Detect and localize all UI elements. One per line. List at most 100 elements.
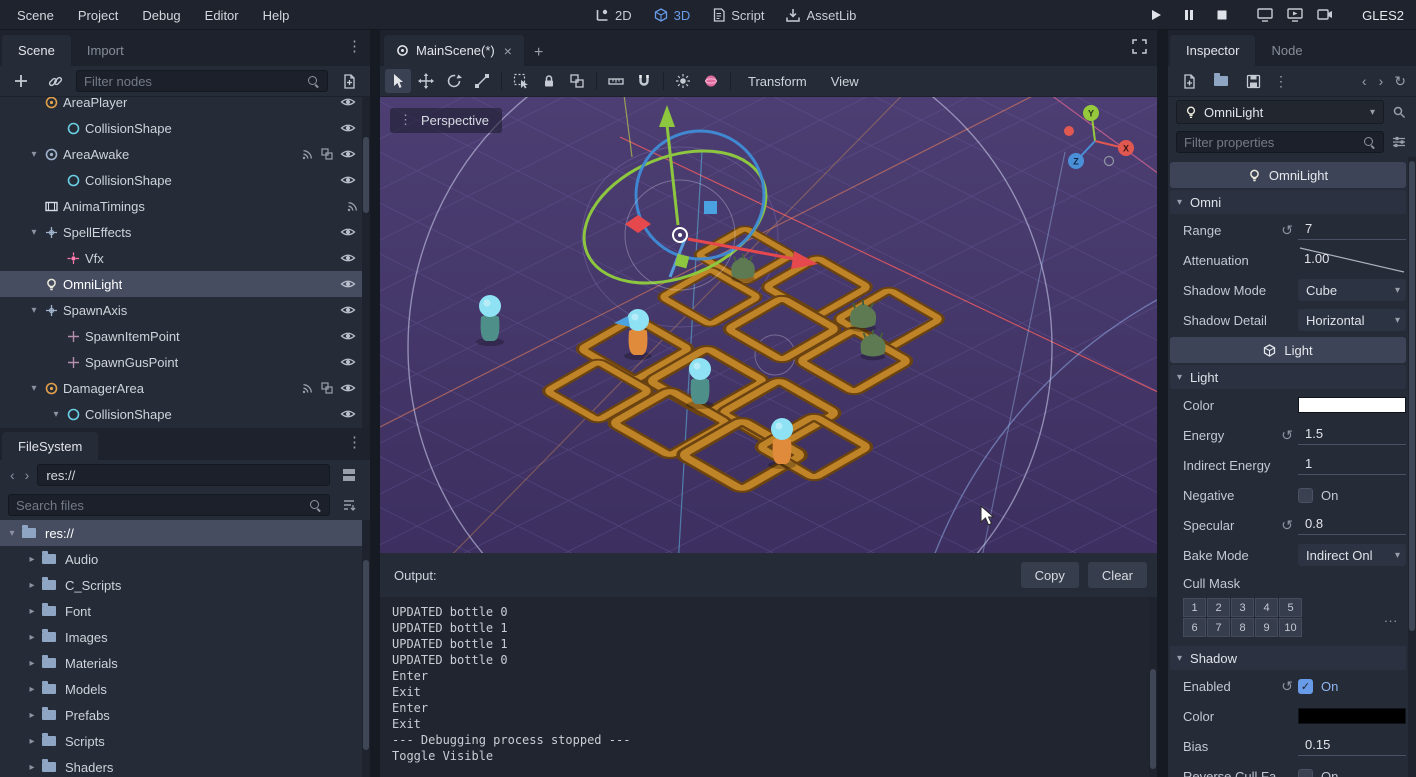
pause-button[interactable]: [1179, 5, 1199, 25]
tab-import[interactable]: Import: [71, 35, 140, 66]
new-scene-tab-button[interactable]: +: [524, 44, 553, 66]
dock-menu-icon[interactable]: ⋮: [347, 39, 362, 54]
filesystem-folder-row[interactable]: ▸Prefabs: [0, 702, 370, 728]
cull-mask-bit[interactable]: 9: [1255, 618, 1278, 637]
filesystem-folder-row[interactable]: ▸Materials: [0, 650, 370, 676]
video-capture-icon[interactable]: [1315, 5, 1335, 25]
list-select-tool-icon[interactable]: [508, 69, 534, 93]
number-field[interactable]: 7: [1298, 220, 1406, 240]
scene-tree-row[interactable]: ▾AreaAwake: [0, 141, 370, 167]
perspective-menu[interactable]: ⋮Perspective: [390, 108, 502, 133]
filesystem-folder-row[interactable]: ▸C_Scripts: [0, 572, 370, 598]
revert-icon[interactable]: ↺: [1281, 517, 1293, 534]
group-badge-icon[interactable]: [321, 148, 333, 160]
cull-mask-bit[interactable]: 3: [1231, 598, 1254, 617]
expand-arrow-icon[interactable]: ▾: [26, 305, 42, 316]
menu-help[interactable]: Help: [252, 4, 301, 27]
expand-arrow-icon[interactable]: ▸: [24, 554, 40, 565]
instance-scene-button[interactable]: [42, 69, 68, 93]
filter-options-icon[interactable]: [1390, 135, 1408, 149]
cull-mask-bit[interactable]: 7: [1207, 618, 1230, 637]
filesystem-folder-row[interactable]: ▸Font: [0, 598, 370, 624]
visibility-eye-icon[interactable]: [340, 148, 356, 160]
scene-tree-row[interactable]: ▾DamagerArea: [0, 375, 370, 401]
sun-icon[interactable]: [670, 69, 696, 93]
tab-mainscene[interactable]: MainScene(*) ×: [384, 35, 524, 66]
number-field[interactable]: 1: [1298, 455, 1406, 475]
expand-arrow-icon[interactable]: ▸: [24, 736, 40, 747]
switch-assetlib[interactable]: AssetLib: [776, 5, 866, 26]
checkbox[interactable]: [1298, 769, 1313, 777]
rotate-tool-icon[interactable]: [441, 69, 467, 93]
filesystem-folder-row[interactable]: ▸Shaders: [0, 754, 370, 777]
revert-icon[interactable]: ↺: [1281, 427, 1293, 444]
stop-button[interactable]: [1212, 5, 1232, 25]
color-swatch[interactable]: [1298, 397, 1406, 413]
expand-arrow-icon[interactable]: ▾: [26, 227, 42, 238]
object-menu-icon[interactable]: [1390, 105, 1408, 119]
expand-arrow-icon[interactable]: ▾: [48, 409, 64, 420]
number-field[interactable]: 0.8: [1298, 515, 1406, 535]
output-console[interactable]: UPDATED bottle 0UPDATED bottle 1UPDATED …: [380, 597, 1157, 777]
scene-tree-row[interactable]: SpawnItemPoint: [0, 323, 370, 349]
group-icon[interactable]: [564, 69, 590, 93]
history-back-icon[interactable]: ‹: [8, 467, 17, 483]
expand-arrow-icon[interactable]: ▾: [4, 528, 20, 539]
snap-magnet-icon[interactable]: [631, 69, 657, 93]
expand-arrow-icon[interactable]: ▸: [24, 580, 40, 591]
dock-menu-icon[interactable]: ⋮: [347, 435, 362, 450]
tab-inspector[interactable]: Inspector: [1170, 35, 1255, 66]
visibility-eye-icon[interactable]: [340, 382, 356, 394]
scene-tree-row[interactable]: ▾SpawnAxis: [0, 297, 370, 323]
scene-tree-row[interactable]: OmniLight: [0, 271, 370, 297]
filesystem-folder-row[interactable]: ▸Audio: [0, 546, 370, 572]
3d-viewport[interactable]: ⋮Perspective Y X Z: [380, 97, 1157, 553]
visibility-eye-icon[interactable]: [340, 226, 356, 238]
scene-tree-row[interactable]: AnimaTimings: [0, 193, 370, 219]
visibility-eye-icon[interactable]: [340, 330, 356, 342]
renderer-dropdown[interactable]: GLES2: [1358, 6, 1408, 25]
class-header-omnilight[interactable]: OmniLight: [1170, 162, 1406, 188]
deploy-monitor-icon[interactable]: [1285, 5, 1305, 25]
scene-tree-row[interactable]: AreaPlayer: [0, 97, 370, 115]
expand-arrow-icon[interactable]: ▸: [24, 606, 40, 617]
switch-3d[interactable]: 3D: [644, 5, 701, 26]
number-field[interactable]: 0.15: [1298, 736, 1406, 756]
tab-node[interactable]: Node: [1255, 35, 1318, 66]
class-header-light[interactable]: Light: [1170, 337, 1406, 363]
number-field[interactable]: 1.5: [1298, 425, 1406, 445]
expand-arrow-icon[interactable]: ▸: [24, 762, 40, 773]
history-back-icon[interactable]: ‹: [1359, 73, 1370, 89]
filter-nodes-input[interactable]: [84, 74, 301, 89]
group-light[interactable]: ▾Light: [1170, 365, 1406, 389]
dropdown-field[interactable]: Horizontal▾: [1298, 309, 1406, 331]
inspector-scrollbar[interactable]: [1408, 157, 1416, 777]
sort-files-icon[interactable]: [336, 493, 362, 517]
load-resource-icon[interactable]: [1208, 69, 1234, 93]
add-node-button[interactable]: [8, 69, 34, 93]
environment-icon[interactable]: [698, 69, 724, 93]
signal-badge-icon[interactable]: [302, 382, 314, 394]
expand-arrow-icon[interactable]: ▾: [26, 383, 42, 394]
visibility-eye-icon[interactable]: [340, 278, 356, 290]
cull-mask-more-button[interactable]: ...: [1384, 610, 1398, 625]
history-forward-icon[interactable]: ›: [1376, 73, 1387, 89]
expand-arrow-icon[interactable]: ▸: [24, 684, 40, 695]
visibility-eye-icon[interactable]: [340, 304, 356, 316]
new-resource-icon[interactable]: [1176, 69, 1202, 93]
filesystem-folder-row[interactable]: ▸Scripts: [0, 728, 370, 754]
history-icon[interactable]: ↻: [1392, 73, 1408, 90]
filesystem-scrollbar[interactable]: [362, 520, 370, 777]
tab-filesystem[interactable]: FileSystem: [2, 432, 98, 460]
cull-mask-bit[interactable]: 1: [1183, 598, 1206, 617]
expand-viewport-icon[interactable]: [1132, 39, 1147, 54]
menu-debug[interactable]: Debug: [131, 4, 191, 27]
cull-mask-bit[interactable]: 2: [1207, 598, 1230, 617]
remote-debug-icon[interactable]: [1255, 5, 1275, 25]
dropdown-field[interactable]: Indirect Onl▾: [1298, 544, 1406, 566]
search-files-input[interactable]: [16, 498, 303, 513]
copy-button[interactable]: Copy: [1021, 562, 1079, 588]
cull-mask-bit[interactable]: 10: [1279, 618, 1302, 637]
view-menu[interactable]: View: [820, 74, 870, 89]
visibility-eye-icon[interactable]: [340, 408, 356, 420]
